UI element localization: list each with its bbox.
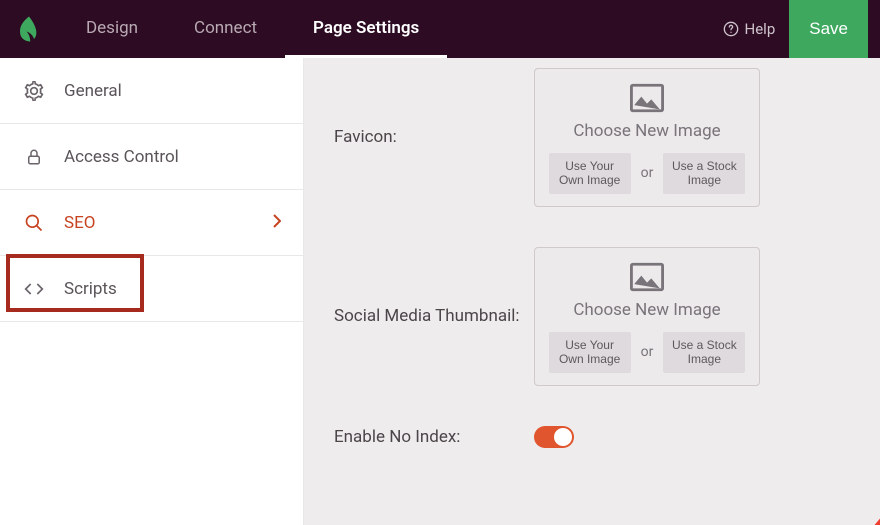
or-text: or: [641, 165, 654, 181]
or-text: or: [641, 344, 654, 360]
help-link[interactable]: Help: [723, 20, 776, 38]
sidebar-item-access-control[interactable]: Access Control: [0, 124, 303, 190]
use-own-image-button[interactable]: Use Your Own Image: [549, 153, 631, 194]
image-placeholder-icon: [547, 262, 747, 296]
sidebar-item-label: SEO: [64, 213, 95, 233]
use-stock-image-button[interactable]: Use a Stock Image: [663, 153, 745, 194]
use-stock-image-button[interactable]: Use a Stock Image: [663, 332, 745, 373]
choose-image-label: Choose New Image: [547, 300, 747, 320]
app-logo[interactable]: [0, 0, 58, 58]
choose-image-label: Choose New Image: [547, 121, 747, 141]
sidebar-item-label: Scripts: [64, 279, 117, 299]
nav-item-design[interactable]: Design: [58, 0, 166, 58]
lock-icon: [22, 147, 46, 167]
search-icon: [22, 213, 46, 233]
chevron-right-icon: [273, 213, 281, 233]
help-icon: [723, 21, 739, 37]
save-button[interactable]: Save: [789, 0, 868, 58]
use-own-image-button[interactable]: Use Your Own Image: [549, 332, 631, 373]
code-icon: [22, 281, 46, 297]
sidebar-item-scripts[interactable]: Scripts: [0, 256, 303, 322]
social-thumbnail-label: Social Media Thumbnail:: [334, 306, 534, 326]
sidebar-item-seo[interactable]: SEO: [0, 190, 303, 256]
top-bar: Design Connect Page Settings Help Save: [0, 0, 880, 58]
social-image-picker: Choose New Image Use Your Own Image or U…: [534, 247, 760, 386]
gear-icon: [22, 81, 46, 101]
top-nav: Design Connect Page Settings: [58, 0, 447, 58]
no-index-toggle[interactable]: [534, 426, 574, 448]
no-index-row: Enable No Index:: [334, 426, 850, 448]
nav-item-connect[interactable]: Connect: [166, 0, 285, 58]
favicon-image-picker: Choose New Image Use Your Own Image or U…: [534, 68, 760, 207]
favicon-label: Favicon:: [334, 127, 534, 147]
sidebar-item-label: Access Control: [64, 147, 179, 167]
no-index-label: Enable No Index:: [334, 427, 534, 447]
favicon-row: Favicon: Choose New Image Use Your Own I…: [334, 68, 850, 207]
leaf-icon: [14, 14, 44, 44]
social-thumbnail-row: Social Media Thumbnail: Choose New Image…: [334, 247, 850, 386]
nav-item-page-settings[interactable]: Page Settings: [285, 0, 447, 58]
sidebar: General Access Control SEO Scripts: [0, 58, 304, 525]
main-panel: Favicon: Choose New Image Use Your Own I…: [304, 58, 880, 525]
help-label: Help: [745, 20, 776, 38]
image-placeholder-icon: [547, 83, 747, 117]
sidebar-item-general[interactable]: General: [0, 58, 303, 124]
sidebar-item-label: General: [64, 81, 122, 101]
